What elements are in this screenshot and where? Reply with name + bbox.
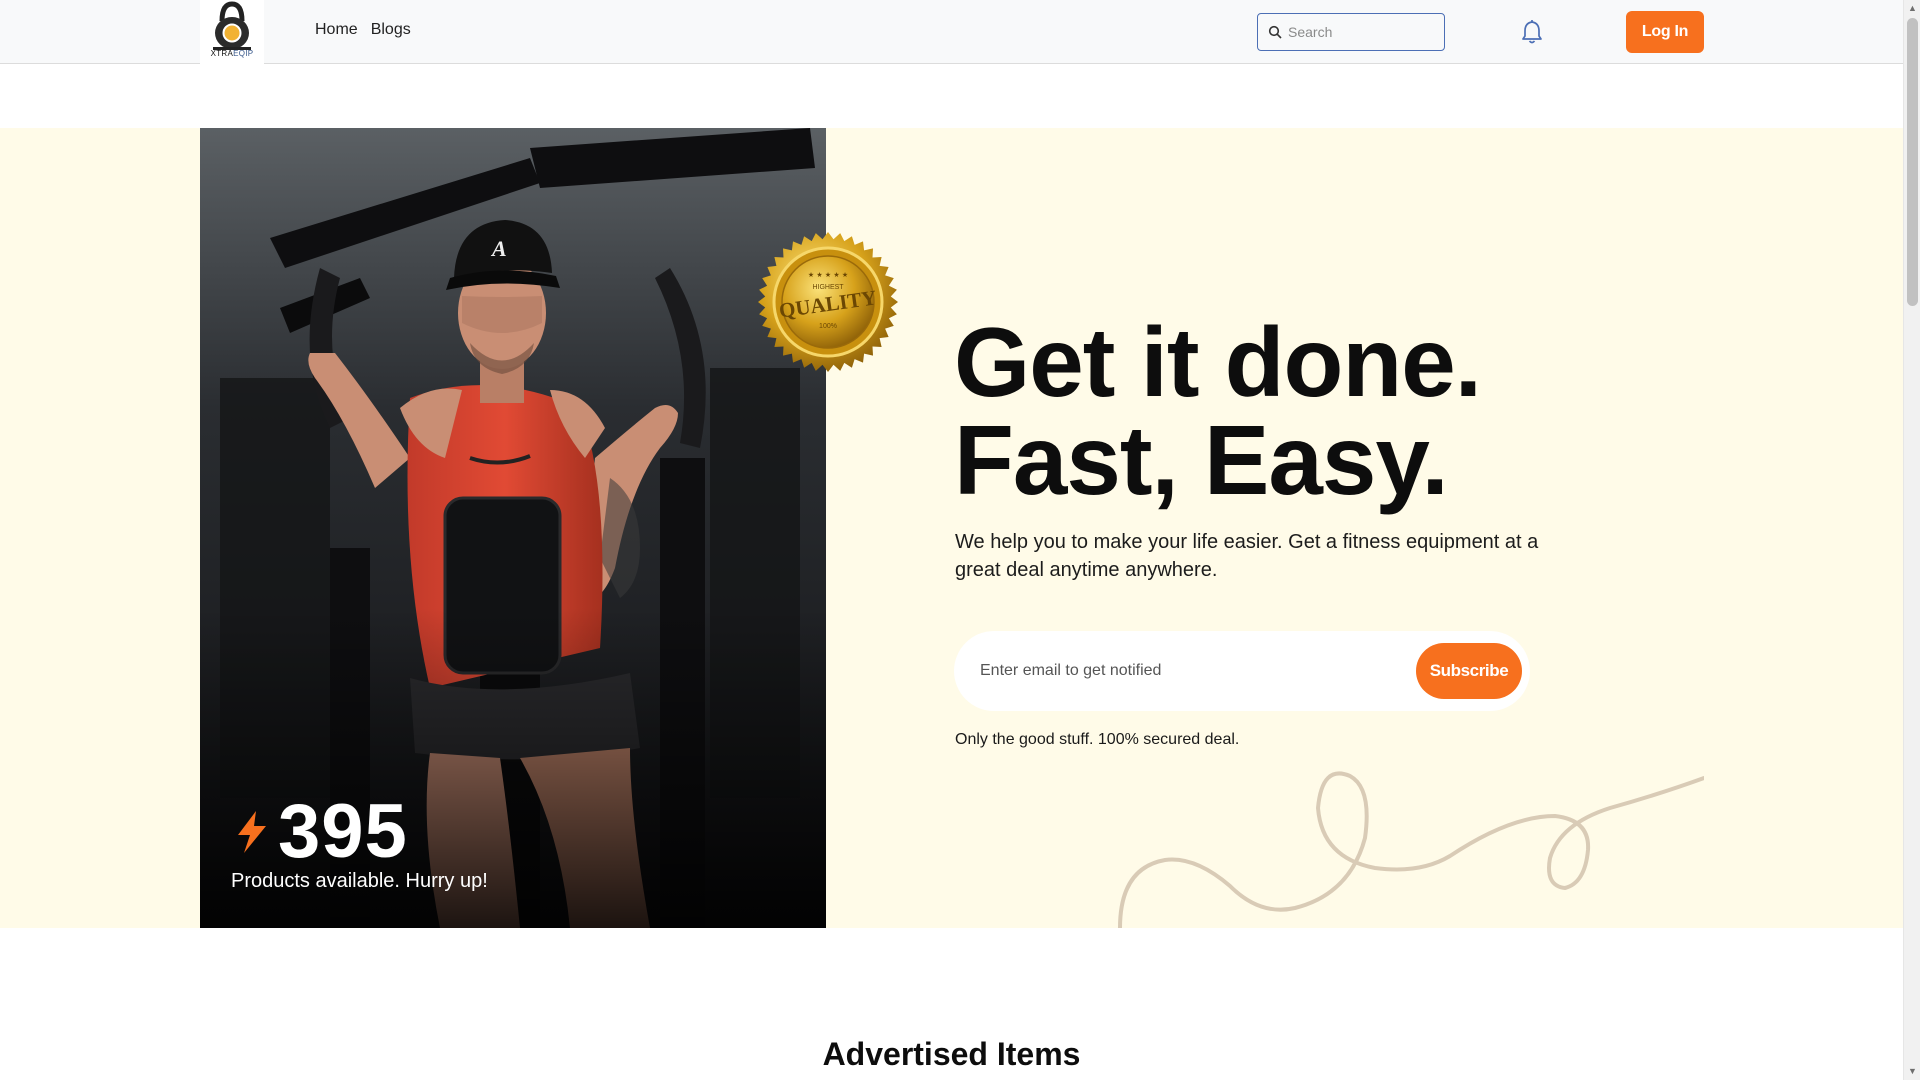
bolt-icon	[238, 810, 266, 853]
kettlebell-logo-icon	[213, 1, 251, 50]
notifications-button[interactable]	[1521, 19, 1543, 50]
scroll-up-icon[interactable]: ▲	[1904, 0, 1920, 17]
quality-badge-icon: HIGHEST QUALITY 100% ★ ★ ★ ★ ★	[758, 232, 898, 372]
product-stat: 395	[236, 788, 408, 875]
headline-line-2: Fast, Easy.	[954, 405, 1449, 515]
brand-logo[interactable]: XTRAEQIP	[200, 0, 264, 64]
top-navbar: XTRAEQIP Home Blogs Log In	[0, 0, 1903, 64]
hero-description: We help you to make your life easier. Ge…	[955, 531, 1539, 581]
email-field[interactable]	[980, 662, 1360, 680]
login-button[interactable]: Log In	[1626, 11, 1704, 53]
nav-home-link[interactable]: Home	[315, 21, 358, 39]
product-count: 395	[278, 789, 408, 874]
page-scrollbar[interactable]: ▲ ▼	[1903, 0, 1920, 1080]
brand-name: XTRAEQIP	[210, 49, 254, 58]
fine-print: Only the good stuff. 100% secured deal.	[955, 731, 1240, 748]
svg-text:100%: 100%	[819, 323, 837, 330]
advertised-items-heading: Advertised Items	[822, 1036, 1081, 1072]
search-input[interactable]	[1288, 24, 1428, 40]
subscribe-button[interactable]: Subscribe	[1416, 643, 1522, 699]
decorative-squiggle	[1118, 771, 1704, 928]
subscribe-form: Subscribe	[954, 631, 1530, 711]
hero-headline: Get it done. Fast, Easy.	[954, 307, 1482, 515]
hero-section: A 395 Products available. Hurry up!	[0, 128, 1903, 928]
product-count-label: Products available. Hurry up!	[231, 870, 488, 892]
scroll-down-icon[interactable]: ▼	[1904, 1063, 1920, 1080]
scroll-thumb[interactable]	[1907, 18, 1918, 306]
bell-icon	[1522, 20, 1542, 44]
search-icon	[1268, 25, 1282, 39]
headline-line-1: Get it done.	[954, 307, 1482, 417]
hero-athlete-photo: A 395 Products available. Hurry up!	[200, 128, 826, 928]
nav-blogs-link[interactable]: Blogs	[371, 21, 411, 39]
search-box[interactable]	[1257, 13, 1445, 51]
main-nav: Home Blogs	[315, 21, 411, 39]
svg-text:★ ★ ★ ★ ★: ★ ★ ★ ★ ★	[808, 271, 848, 279]
